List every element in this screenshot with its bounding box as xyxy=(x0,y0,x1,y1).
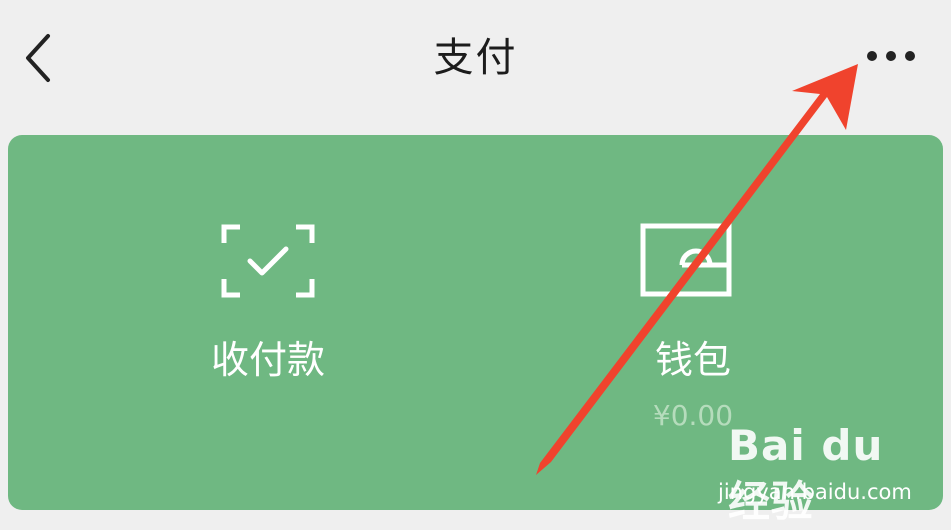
watermark-brand: Bai du 经验 xyxy=(728,421,884,526)
nav-bar: 支付 xyxy=(0,0,951,118)
receive-pay-label: 收付款 xyxy=(210,338,325,382)
receive-pay-tile[interactable]: 收付款 xyxy=(118,135,418,510)
wallet-icon xyxy=(640,223,732,297)
baidu-jingyan-watermark: Bai du 经验 jingyan.baidu.com xyxy=(718,418,928,526)
wallet-label: 钱包 xyxy=(654,338,731,382)
page-title: 支付 xyxy=(433,35,518,81)
scan-check-icon xyxy=(221,224,315,298)
watermark-url: jingyan.baidu.com xyxy=(718,480,912,504)
more-dots-icon xyxy=(867,51,915,61)
more-button[interactable] xyxy=(858,36,924,76)
